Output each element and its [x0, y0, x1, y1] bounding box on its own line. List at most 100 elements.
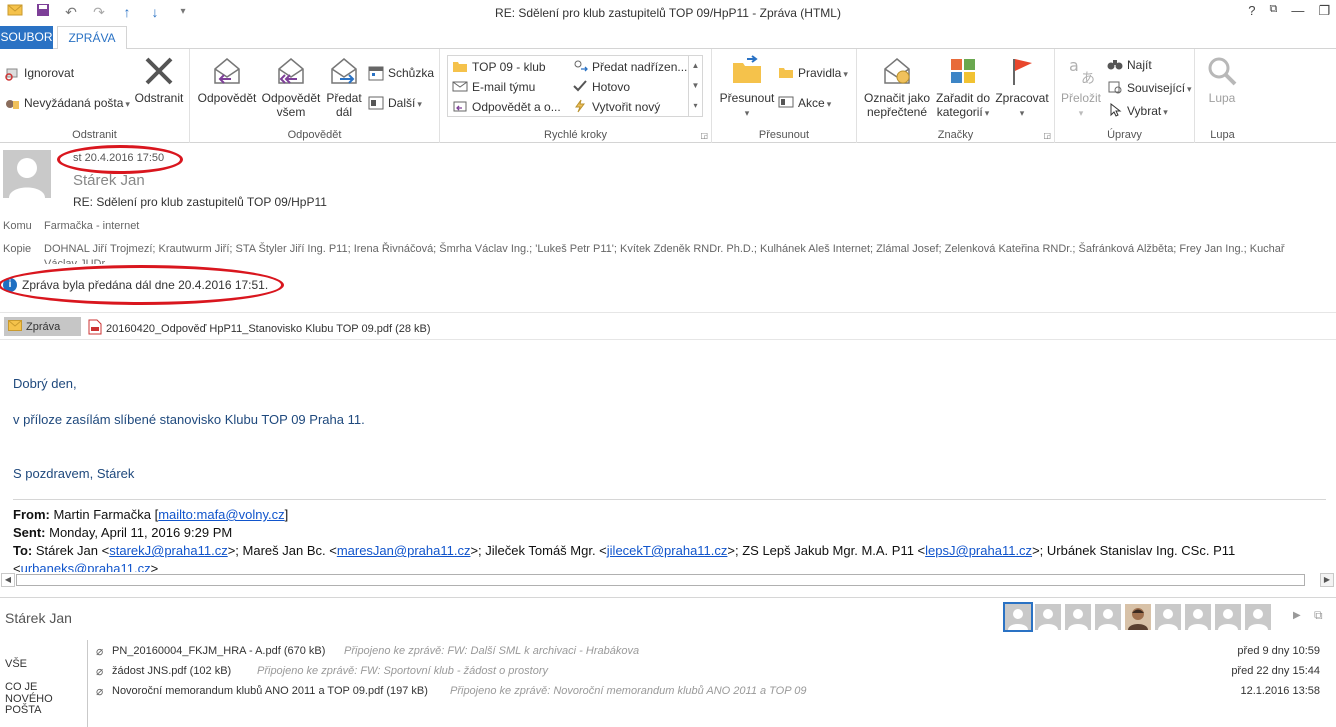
- avatar[interactable]: [1155, 604, 1181, 630]
- tab-file[interactable]: SOUBOR: [0, 26, 53, 49]
- scroll-up-icon[interactable]: ▲: [689, 56, 702, 76]
- sender-name[interactable]: Stárek Jan: [73, 172, 145, 189]
- calendar-icon: [368, 65, 384, 81]
- rules-button[interactable]: Pravidla: [778, 65, 848, 81]
- quick-step-top09[interactable]: TOP 09 - klub: [452, 59, 546, 75]
- paperclip-icon: ⌀: [96, 664, 104, 678]
- quick-steps-scroll[interactable]: ▲ ▼ ▾: [688, 56, 702, 116]
- message-subject: RE: Sdělení pro klub zastupitelů TOP 09/…: [73, 195, 327, 209]
- move-label: Přesunout: [719, 91, 775, 105]
- ribbon-display-icon[interactable]: ⧉: [1269, 3, 1277, 19]
- group-label-delete: Odstranit: [72, 129, 117, 141]
- avatar[interactable]: [1065, 604, 1091, 630]
- reply-all-button[interactable]: Odpovědět všem: [260, 55, 322, 119]
- avatar[interactable]: [1095, 604, 1121, 630]
- forward-label-2: dál: [335, 105, 352, 119]
- quick-step-label: Předat nadřízen...: [592, 60, 688, 74]
- quick-step-team-email[interactable]: E-mail týmu: [452, 79, 535, 95]
- ribbon-group-move: Přesunout ▾ Pravidla Akce Přesunout: [712, 49, 857, 143]
- select-button[interactable]: Vybrat: [1107, 102, 1168, 119]
- scroll-right-icon[interactable]: ▶: [1320, 573, 1334, 587]
- to-value[interactable]: Farmačka - internet: [44, 220, 139, 232]
- quick-step-to-manager[interactable]: Předat nadřízen...: [572, 59, 687, 75]
- mark-unread-button[interactable]: Označit jako nepřečtené: [861, 55, 933, 119]
- message-tab-label: Zpráva: [26, 320, 61, 333]
- quick-step-create-new[interactable]: Vytvořit nový: [572, 99, 660, 115]
- list-item[interactable]: ⌀ PN_20160004_FKJM_HRA - A.pdf (670 kB) …: [96, 643, 1326, 661]
- restore-button[interactable]: ❐: [1318, 3, 1330, 19]
- more-icon: [368, 95, 384, 111]
- quick-step-label: Odpovědět a o...: [472, 100, 561, 114]
- avatar-photo[interactable]: [1125, 604, 1151, 630]
- mark-unread-label-2: nepřečtené: [866, 105, 928, 119]
- cc-value[interactable]: DOHNAL Jiří Trojmezí; Krautwurm Jiří; ST…: [44, 242, 1294, 264]
- dialog-launcher-icon[interactable]: ◲: [700, 131, 708, 140]
- scroll-down-icon[interactable]: ▼: [689, 76, 702, 96]
- quoted-from-link[interactable]: mailto:mafa@volny.cz: [158, 507, 284, 522]
- more-respond-button[interactable]: Další: [368, 95, 422, 111]
- forwarded-info-bar[interactable]: i Zpráva byla předána dál dne 20.4.2016 …: [3, 278, 268, 292]
- reply-button[interactable]: Odpovědět: [196, 55, 258, 105]
- categorize-button[interactable]: Zařadit do kategorií: [933, 55, 993, 120]
- quoted-to-line: To: Stárek Jan <starekJ@praha11.cz>; Mar…: [13, 543, 1235, 558]
- people-tab-mail[interactable]: POŠTA: [5, 704, 41, 716]
- reply-all-label-1: Odpovědět: [261, 91, 321, 105]
- attachment-file[interactable]: 20160420_Odpověď HpP11_Stanovisko Klubu …: [88, 319, 431, 338]
- scrollbar-thumb[interactable]: [16, 574, 1305, 586]
- envelope-unread-icon: [881, 55, 913, 87]
- quoted-to-link[interactable]: urbaneks@praha11.cz: [21, 561, 151, 572]
- tab-message[interactable]: ZPRÁVA: [57, 26, 127, 50]
- quoted-to-text: >; ZS Lepš Jakub Mgr. M.A. P11 <: [727, 543, 926, 558]
- zoom-label: Lupa: [1208, 91, 1236, 105]
- list-item[interactable]: ⌀ žádost JNS.pdf (102 kB) Připojeno ke z…: [96, 663, 1326, 681]
- quick-step-done[interactable]: Hotovo: [572, 79, 630, 95]
- forward-icon: [328, 55, 360, 87]
- scroll-left-icon[interactable]: ◀: [1, 573, 15, 587]
- actions-icon: [778, 95, 794, 111]
- people-tab-all[interactable]: VŠE: [5, 658, 27, 670]
- find-button[interactable]: Najít: [1107, 57, 1152, 73]
- avatar[interactable]: [1245, 604, 1271, 630]
- tags-dialog-launcher-icon[interactable]: ◲: [1043, 131, 1051, 140]
- list-item-context: Připojeno ke zprávě: FW: Sportovní klub …: [257, 665, 549, 677]
- categorize-icon: [947, 55, 979, 87]
- avatar[interactable]: [1185, 604, 1211, 630]
- quoted-to-link[interactable]: maresJan@praha11.cz: [337, 543, 471, 558]
- help-button[interactable]: ?: [1248, 3, 1255, 19]
- magnifier-icon: [1206, 55, 1238, 87]
- related-button[interactable]: Související: [1107, 80, 1192, 96]
- reply-icon: [211, 55, 243, 87]
- quoted-to-link[interactable]: lepsJ@praha11.cz: [925, 543, 1032, 558]
- people-tab-whats-new[interactable]: CO JE NOVÉHO: [5, 681, 87, 705]
- actions-button[interactable]: Akce: [778, 95, 831, 111]
- quick-step-reply-delete[interactable]: Odpovědět a o...: [452, 99, 561, 115]
- avatar[interactable]: [1003, 602, 1033, 632]
- avatar[interactable]: [1215, 604, 1241, 630]
- meeting-button[interactable]: Schůzka: [368, 65, 434, 81]
- minimize-button[interactable]: —: [1291, 3, 1304, 19]
- people-next-icon[interactable]: ▶: [1293, 610, 1301, 621]
- junk-button[interactable]: Nevyžádaná pošta: [4, 95, 130, 111]
- expand-gallery-icon[interactable]: ▾: [689, 96, 702, 116]
- avatar[interactable]: [1035, 604, 1061, 630]
- ribbon: Ignorovat Nevyžádaná pošta Odstranit Ods…: [0, 49, 1336, 143]
- folder-move-icon: [731, 55, 763, 87]
- horizontal-scrollbar[interactable]: ◀ ▶: [0, 572, 1336, 589]
- ignore-button[interactable]: Ignorovat: [4, 65, 74, 81]
- list-item[interactable]: ⌀ Novoroční memorandum klubů ANO 2011 a …: [96, 683, 1326, 701]
- translate-button[interactable]: aあ Přeložit ▾: [1059, 55, 1103, 120]
- move-button[interactable]: Přesunout ▾: [716, 55, 778, 120]
- translate-icon: aあ: [1065, 55, 1097, 87]
- forward-button[interactable]: Předat dál: [324, 55, 364, 119]
- expand-people-icon[interactable]: ⧉: [1314, 608, 1323, 623]
- quoted-to-link[interactable]: jilecekT@praha11.cz: [607, 543, 728, 558]
- follow-up-button[interactable]: Zpracovat ▾: [993, 55, 1051, 120]
- message-tab[interactable]: Zpráva: [4, 317, 81, 336]
- delete-button[interactable]: Odstranit: [133, 55, 185, 105]
- people-pane-name[interactable]: Stárek Jan: [5, 610, 72, 626]
- quoted-to-link[interactable]: starekJ@praha11.cz: [109, 543, 227, 558]
- person-silhouette-icon: [9, 158, 45, 198]
- zoom-button[interactable]: Lupa: [1199, 55, 1245, 105]
- ribbon-group-delete: Ignorovat Nevyžádaná pošta Odstranit Ods…: [0, 49, 190, 143]
- more-label: Další: [388, 96, 422, 110]
